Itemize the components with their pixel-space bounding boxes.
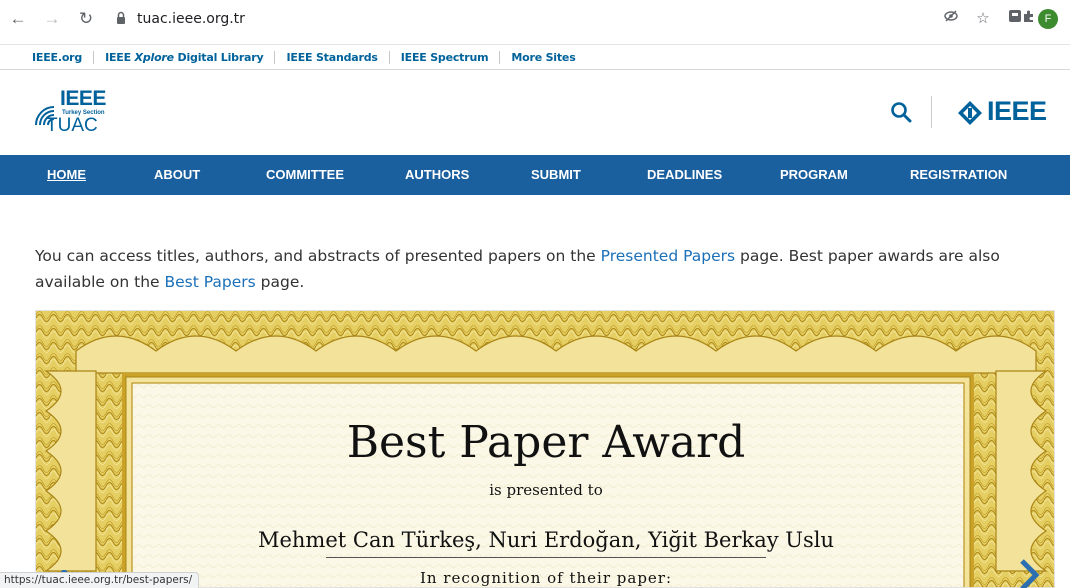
ieee-diamond-icon <box>958 101 982 125</box>
intro-text-1: You can access titles, authors, and abst… <box>35 247 601 265</box>
carousel-next-icon[interactable] <box>1012 555 1046 588</box>
logo-ieee-text: IEEE <box>60 87 106 110</box>
best-papers-link[interactable]: Best Papers <box>165 273 256 291</box>
certificate-presented-to: is presented to <box>489 481 603 499</box>
forward-icon[interactable]: → <box>40 7 64 31</box>
nav-committee[interactable]: COMMITTEE <box>266 167 344 182</box>
back-icon[interactable]: ← <box>6 7 30 31</box>
best-paper-certificate-image: Best Paper Award is presented to Mehmet … <box>35 310 1055 588</box>
nav-submit[interactable]: SUBMIT <box>531 167 581 182</box>
link-status-bubble: https://tuac.ieee.org.tr/best-papers/ <box>0 572 200 588</box>
header-divider <box>931 96 932 128</box>
eye-off-icon[interactable] <box>940 8 962 30</box>
ieee-brand-word: IEEE <box>987 96 1047 126</box>
metanav-ieee-org[interactable]: IEEE.org <box>22 51 93 64</box>
bookmark-star-icon[interactable]: ☆ <box>972 8 994 30</box>
main-nav: HOME ABOUT COMMITTEE AUTHORS SUBMIT DEAD… <box>0 155 1070 195</box>
certificate-recipients: Mehmet Can Türkeş, Nuri Erdoğan, Yiğit B… <box>257 528 835 552</box>
puzzle-icon[interactable] <box>1018 8 1040 30</box>
reload-icon[interactable]: ↻ <box>74 7 98 31</box>
address-bar[interactable]: tuac.ieee.org.tr <box>104 6 940 32</box>
nav-registration[interactable]: REGISTRATION <box>910 167 1007 182</box>
metanav-spectrum[interactable]: IEEE Spectrum <box>388 51 500 64</box>
certificate-name-rule <box>326 557 766 558</box>
search-icon[interactable] <box>890 101 912 123</box>
intro-text-3: page. <box>255 273 305 291</box>
url-text: tuac.ieee.org.tr <box>137 11 245 27</box>
logo-tuac-text: TUAC <box>46 115 98 136</box>
tuac-logo[interactable]: IEEE Turkey Section TUAC <box>32 87 132 145</box>
presented-papers-link[interactable]: Presented Papers <box>601 247 735 265</box>
metanav-standards[interactable]: IEEE Standards <box>274 51 388 64</box>
intro-paragraph: You can access titles, authors, and abst… <box>35 243 1045 295</box>
certificate-title: Best Paper Award <box>346 417 746 468</box>
lock-icon <box>117 11 125 24</box>
metanav-xplore[interactable]: IEEE Xplore Digital Library <box>93 51 274 64</box>
nav-program[interactable]: PROGRAM <box>780 167 848 182</box>
nav-home[interactable]: HOME <box>47 167 86 182</box>
profile-avatar[interactable]: F <box>1038 9 1058 29</box>
nav-authors[interactable]: AUTHORS <box>405 167 469 182</box>
ieee-meta-nav: IEEE.org IEEE Xplore Digital Library IEE… <box>0 45 1070 70</box>
metanav-more-sites[interactable]: More Sites <box>499 51 586 64</box>
browser-toolbar: ← → ↻ tuac.ieee.org.tr ☆ F <box>0 0 1070 45</box>
nav-deadlines[interactable]: DEADLINES <box>647 167 722 182</box>
nav-about[interactable]: ABOUT <box>154 167 200 182</box>
